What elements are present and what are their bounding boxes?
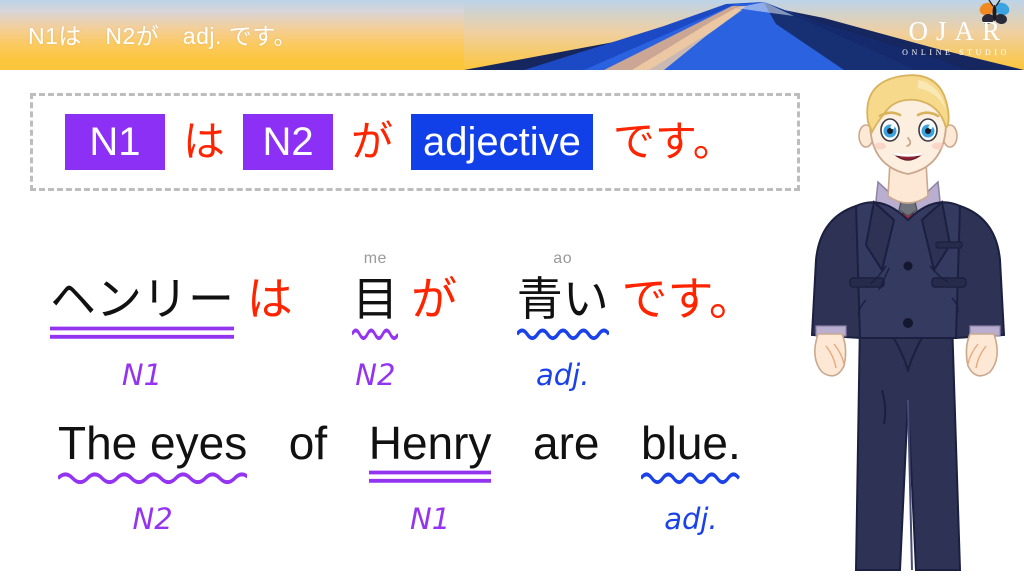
en-part-blue: blue. adj. [641, 417, 741, 534]
jp-adjective-text: 青い [516, 273, 609, 325]
japanese-example-sentence: ヘンリー N1 は me 目 N2 が ao 青い adj. です。 [50, 251, 755, 390]
jp-subject-label: N1 [121, 358, 163, 392]
en-part3-label: N1 [410, 502, 451, 536]
formula-particle-wa: は [183, 118, 226, 165]
en-part4-are: are [533, 417, 600, 469]
underline-double-purple [368, 470, 492, 483]
grammar-formula-box: N1 は N2 が adjective です。 [30, 93, 800, 191]
underline-squiggle-blue [641, 472, 740, 485]
underline-squiggle-purple [352, 328, 399, 341]
jp-adjective-furigana: ao [553, 250, 573, 267]
jp-adjective: ao 青い adj. [516, 251, 609, 390]
jp-object-furigana: me [363, 250, 387, 267]
jp-object: me 目 N2 [352, 251, 399, 390]
en-part3-text: Henry [368, 417, 492, 469]
underline-squiggle-purple [58, 472, 248, 485]
jp-object-text: 目 [352, 273, 399, 325]
en-part-the-eyes: The eyes N2 [58, 417, 248, 534]
jp-copula: です。 [621, 273, 755, 325]
logo-wordmark: OJAR [908, 16, 1008, 46]
en-part2-of: of [288, 417, 328, 469]
slide-root: N1は N2が adj. です。 OJAR ONLINE STUDIO N1 は… [0, 0, 1024, 580]
page-title: N1は N2が adj. です。 [28, 23, 297, 49]
jp-subject: ヘンリー N1 [50, 273, 234, 390]
formula-chip-n2: N2 [243, 114, 334, 170]
formula-chip-n1: N1 [65, 114, 165, 170]
ojar-logo: OJAR ONLINE STUDIO [899, 18, 1011, 57]
jp-particle-ga: が [411, 273, 458, 325]
formula-particle-ga: が [351, 118, 394, 165]
logo-tagline: ONLINE STUDIO [902, 48, 1010, 57]
jp-particle-wa: は [246, 273, 293, 325]
en-part5-label: adj. [664, 502, 718, 536]
jp-subject-text: ヘンリー [50, 273, 234, 325]
formula-chip-adjective: adjective [411, 114, 593, 170]
teacher-avatar [810, 74, 1006, 571]
underline-squiggle-blue [516, 328, 609, 341]
formula-copula: です。 [612, 118, 735, 165]
jp-adjective-label: adj. [535, 358, 590, 392]
underline-double-purple [50, 326, 234, 339]
en-part-henry: Henry N1 [368, 417, 492, 534]
jp-object-label: N2 [355, 358, 396, 392]
english-translation-sentence: The eyes N2 of Henry N1 are blue. adj. [58, 417, 741, 534]
en-part5-text: blue. [641, 417, 741, 469]
en-part1-label: N2 [132, 502, 173, 536]
en-part1-text: The eyes [58, 417, 248, 469]
slide-header: N1は N2が adj. です。 OJAR ONLINE STUDIO [0, 0, 1024, 70]
